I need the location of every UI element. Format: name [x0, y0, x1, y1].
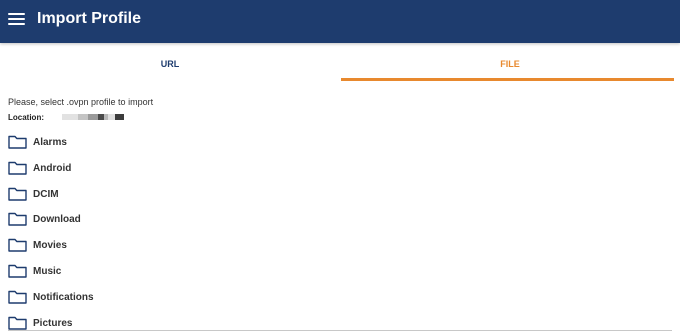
- folder-name: Alarms: [33, 137, 67, 148]
- location-path-redacted: [62, 114, 126, 120]
- folder-list: Alarms Android DCIM Download Movies Music Noti…: [0, 129, 680, 335]
- folder-name: Music: [33, 265, 62, 277]
- folder-item-movies[interactable]: Movies: [0, 232, 680, 258]
- folder-item-download[interactable]: Download: [0, 206, 680, 232]
- tab-bar: URL FILE: [0, 43, 680, 83]
- folder-icon: [8, 238, 27, 252]
- folder-name: Android: [33, 162, 72, 174]
- folder-icon: [8, 135, 27, 149]
- folder-icon: [8, 264, 27, 278]
- folder-name: Movies: [33, 240, 67, 252]
- folder-item-android[interactable]: Android: [0, 155, 680, 181]
- folder-icon: [8, 290, 27, 304]
- list-divider: [8, 330, 672, 331]
- app-bar: Import Profile: [0, 0, 680, 43]
- selected-tab-indicator: [341, 78, 674, 81]
- folder-icon: [8, 187, 27, 201]
- tab-url[interactable]: URL: [0, 43, 340, 83]
- folder-name: DCIM: [33, 188, 59, 200]
- page-title: Import Profile: [37, 10, 142, 27]
- folder-item-music[interactable]: Music: [0, 258, 680, 284]
- folder-item-dcim[interactable]: DCIM: [0, 181, 680, 207]
- location-label: Location:: [8, 113, 44, 122]
- folder-name: Pictures: [33, 317, 73, 329]
- hamburger-menu-icon[interactable]: [8, 12, 26, 28]
- folder-icon: [8, 161, 27, 175]
- folder-icon: [8, 316, 27, 330]
- folder-icon: [8, 213, 27, 227]
- folder-item-pictures[interactable]: Pictures: [0, 310, 680, 335]
- folder-name: Notifications: [33, 291, 94, 303]
- tab-file[interactable]: FILE: [340, 43, 680, 83]
- folder-item-alarms[interactable]: Alarms: [0, 129, 680, 155]
- folder-name: Download: [33, 214, 81, 226]
- folder-item-notifications[interactable]: Notifications: [0, 284, 680, 310]
- import-instruction: Please, select .ovpn profile to import: [8, 97, 154, 107]
